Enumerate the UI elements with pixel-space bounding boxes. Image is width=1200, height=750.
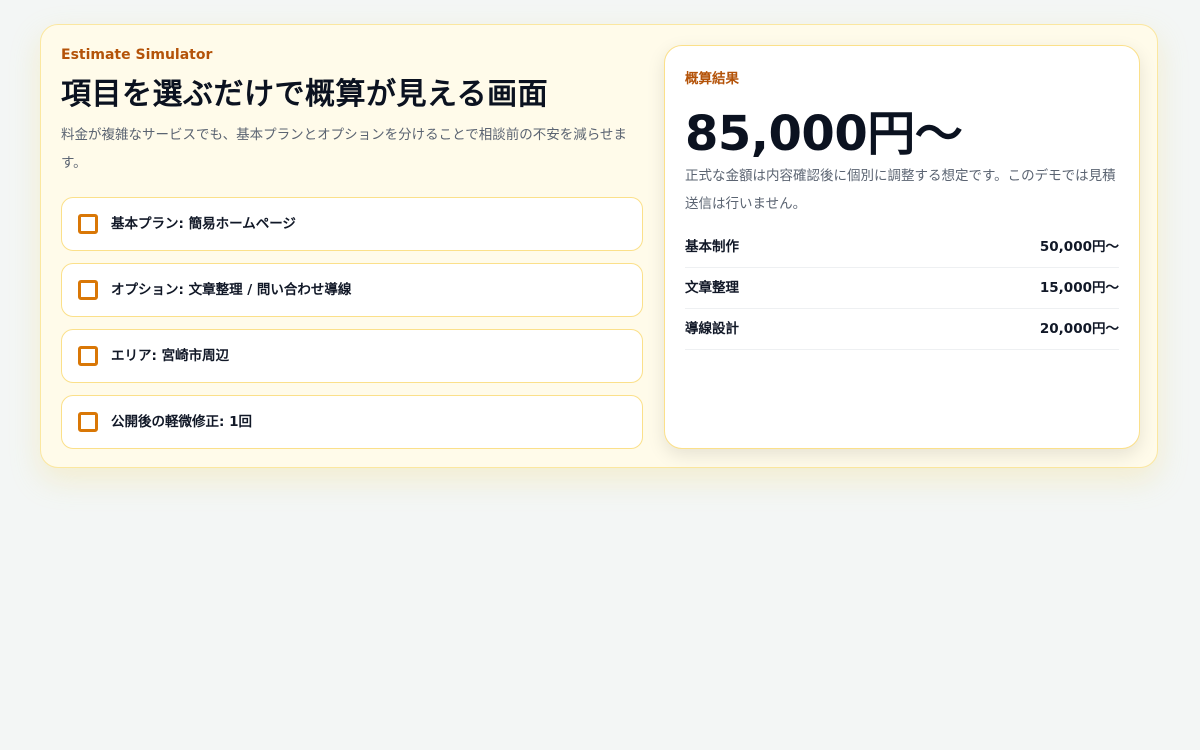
breakdown-value: 50,000円〜 <box>1039 239 1119 255</box>
option-area[interactable]: エリア: 宮崎市周辺 <box>61 329 643 383</box>
option-basic-plan[interactable]: 基本プラン: 簡易ホームページ <box>61 197 643 251</box>
result-total-price: 85,000円〜 <box>685 106 963 162</box>
page-description: 料金が複雑なサービスでも、基本プランとオプションを分けることで相談前の不安を減ら… <box>61 127 627 171</box>
checkbox-icon[interactable] <box>78 280 98 300</box>
option-text-and-contact[interactable]: オプション: 文章整理 / 問い合わせ導線 <box>61 263 643 317</box>
result-note: 正式な金額は内容確認後に個別に調整する想定です。このデモでは見積送信は行いません… <box>685 168 1116 212</box>
breakdown-row: 文章整理 15,000円〜 <box>685 267 1119 309</box>
result-eyebrow: 概算結果 <box>685 71 739 87</box>
checkbox-icon[interactable] <box>78 346 98 366</box>
breakdown-label: 導線設計 <box>685 321 739 337</box>
page-title: 項目を選ぶだけで概算が見える画面 <box>61 77 549 112</box>
option-label: 基本プラン: 簡易ホームページ <box>111 216 296 232</box>
checkbox-icon[interactable] <box>78 412 98 432</box>
checkbox-icon[interactable] <box>78 214 98 234</box>
option-label: エリア: 宮崎市周辺 <box>111 348 230 364</box>
breakdown-label: 文章整理 <box>685 280 739 296</box>
estimate-result-card: 概算結果 85,000円〜 正式な金額は内容確認後に個別に調整する想定です。この… <box>664 45 1140 449</box>
estimate-simulator-panel: Estimate Simulator 項目を選ぶだけで概算が見える画面 料金が複… <box>40 24 1158 468</box>
option-minor-revision[interactable]: 公開後の軽微修正: 1回 <box>61 395 643 449</box>
option-label: オプション: 文章整理 / 問い合わせ導線 <box>111 282 352 298</box>
breakdown-value: 20,000円〜 <box>1039 321 1119 337</box>
breakdown-label: 基本制作 <box>685 239 739 255</box>
breakdown-value: 15,000円〜 <box>1039 280 1119 296</box>
breakdown-row: 基本制作 50,000円〜 <box>685 226 1119 268</box>
section-eyebrow: Estimate Simulator <box>61 47 213 63</box>
breakdown-row: 導線設計 20,000円〜 <box>685 308 1119 350</box>
option-label: 公開後の軽微修正: 1回 <box>111 414 252 430</box>
